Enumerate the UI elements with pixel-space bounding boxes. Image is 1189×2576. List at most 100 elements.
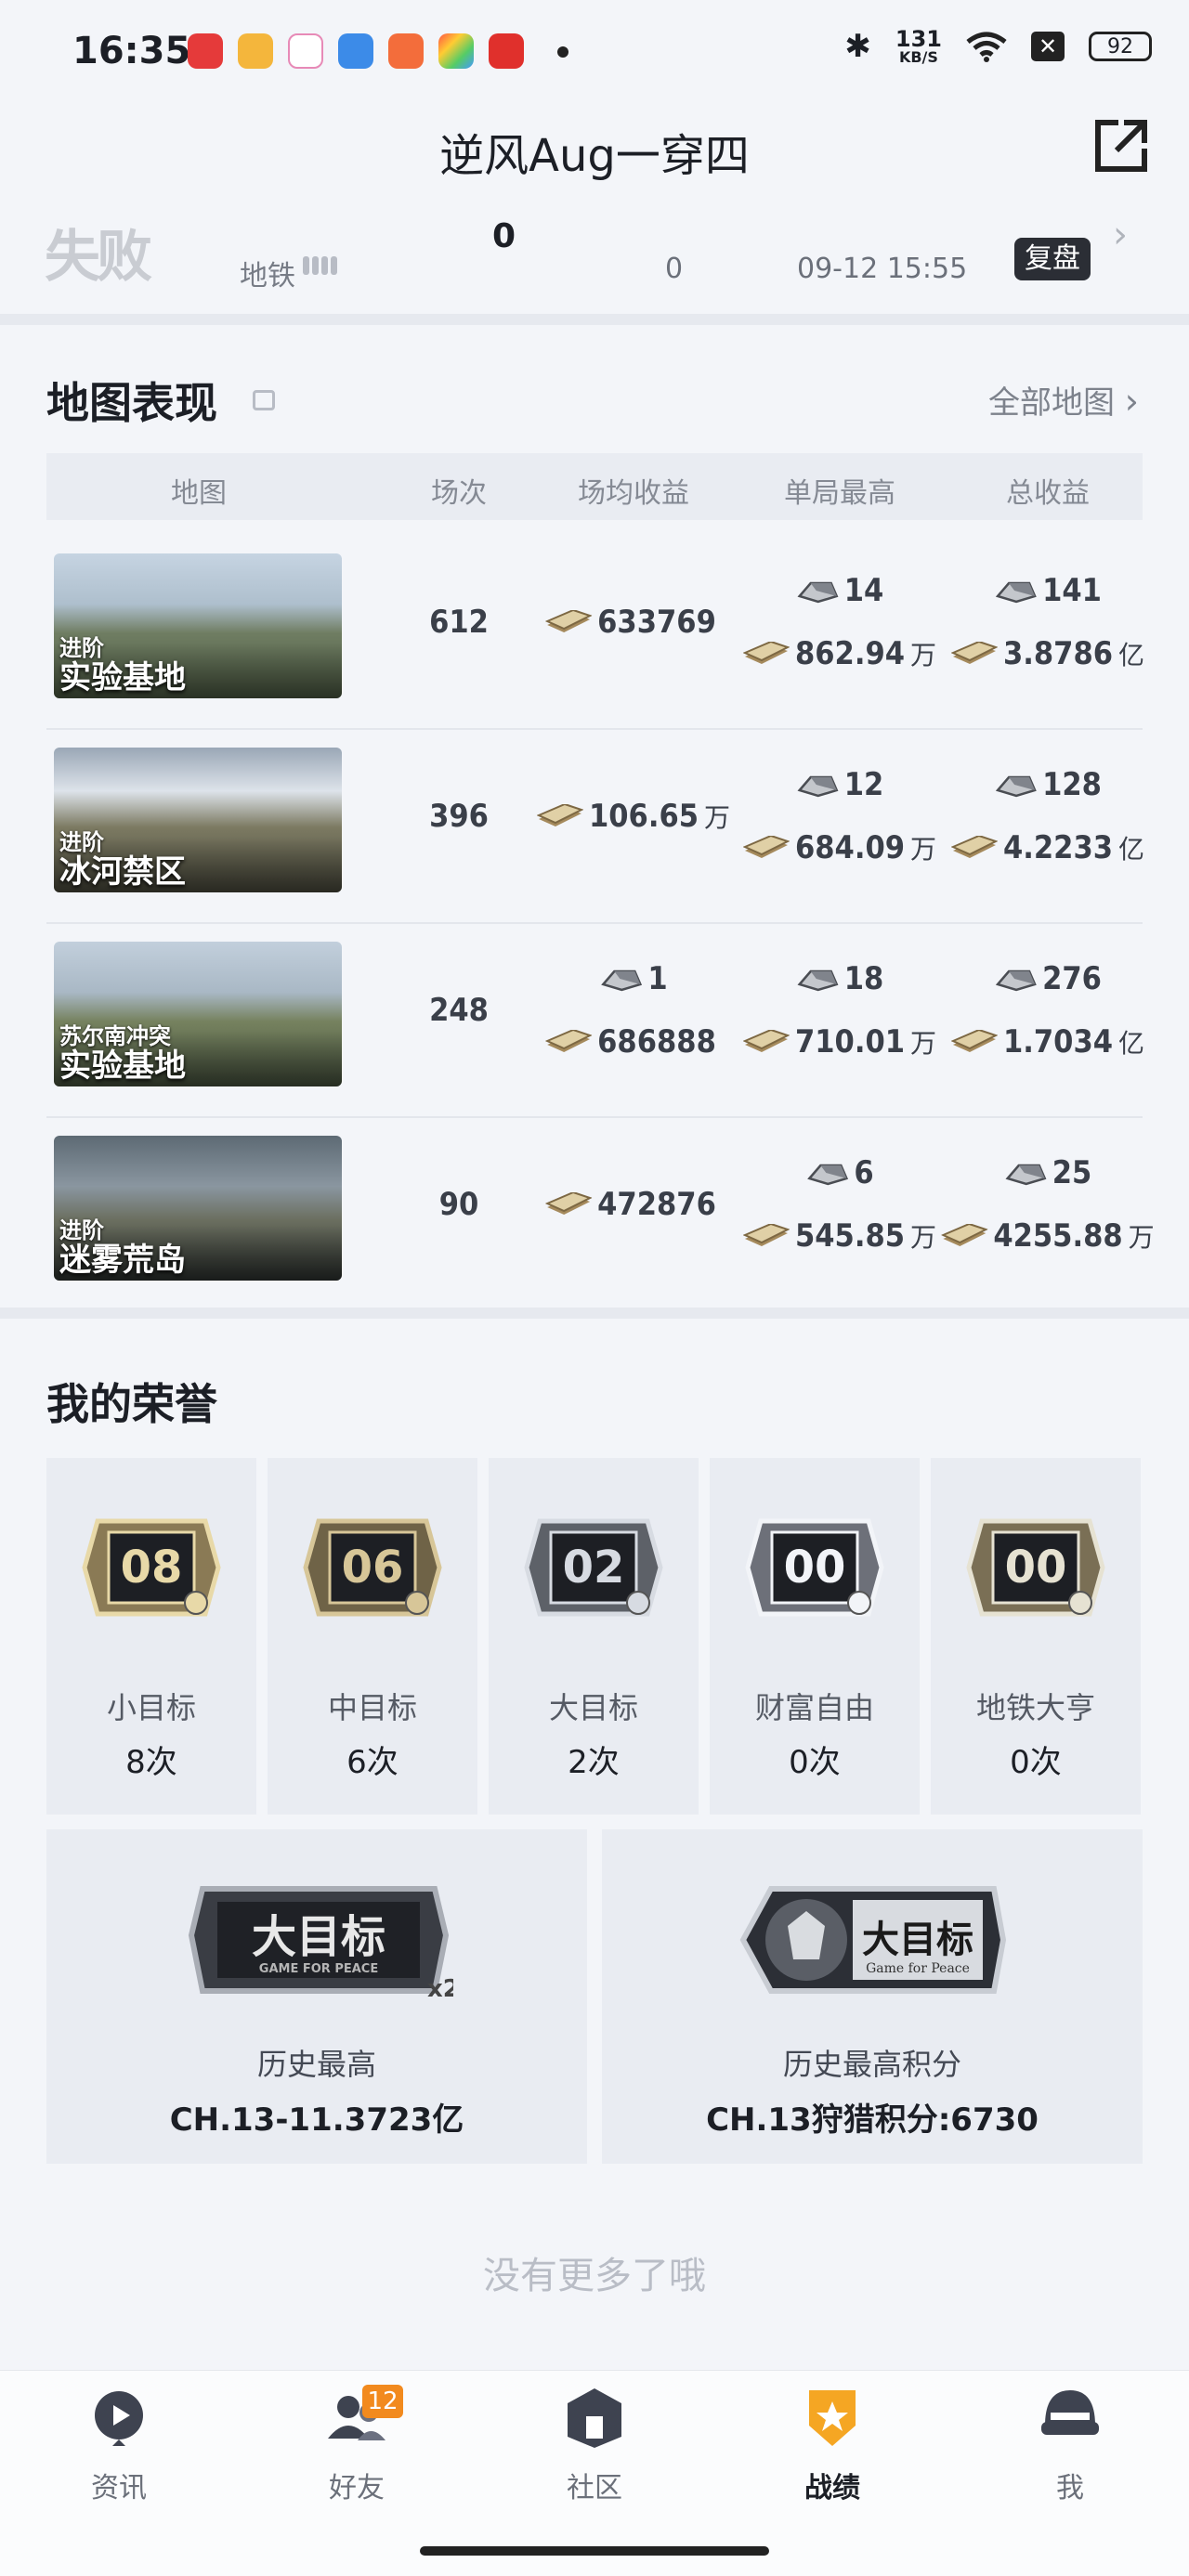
avg-cash-value: 106.65 万 [536, 798, 730, 835]
col-map: 地图 [171, 477, 227, 510]
total-gold-value: 25 [1004, 1154, 1091, 1191]
tab-community[interactable]: 社区 [520, 2385, 669, 2505]
honor-label: 中目标 [327, 1690, 417, 1725]
cash-icon [950, 1030, 998, 1052]
no-more-text: 没有更多了哦 [483, 2255, 706, 2297]
honor-label: 大目标 [548, 1690, 638, 1725]
avg-cash-value: 472876 [545, 1186, 722, 1223]
highlight-label: 历史最高积分 [782, 2047, 961, 2082]
map-thumbnail: 苏尔南冲突 实验基地 [54, 942, 342, 1086]
honor-label: 地铁大亨 [975, 1690, 1095, 1725]
app-icon-store [338, 33, 373, 69]
map-thumbnail: 进阶 迷雾荒岛 [54, 1136, 342, 1281]
total-gold-value: 276 [994, 960, 1102, 997]
honor-badge-number: 06 [342, 1542, 404, 1594]
page-title: 逆风Aug一穿四 [439, 130, 750, 182]
honor-card[interactable]: 02 大目标 2次 [489, 1458, 699, 1815]
honor-card[interactable]: 00 财富自由 0次 [710, 1458, 920, 1815]
replay-button[interactable]: 复盘 [1014, 238, 1091, 280]
gold-bar-icon [601, 969, 643, 992]
cash-icon [536, 804, 583, 826]
match-result: 失败 [45, 225, 152, 290]
honor-count: 8次 [125, 1744, 177, 1781]
honor-badge-number: 00 [1005, 1542, 1067, 1594]
home-indicator [420, 2546, 769, 2556]
map-name: 迷雾荒岛 [59, 1242, 186, 1279]
best-gold-value: 14 [796, 572, 883, 609]
col-avg: 场均收益 [578, 477, 689, 510]
tab-news[interactable]: 资讯 [45, 2385, 193, 2505]
honor-count: 2次 [568, 1744, 620, 1781]
cash-icon [545, 1192, 593, 1215]
honor-count: 0次 [1010, 1744, 1062, 1781]
map-row[interactable]: 进阶 冰河禁区 396 106.65 万 12 684.09 万 128 4.2233 亿 [46, 729, 1144, 924]
map-row[interactable]: 苏尔南冲突 实验基地 248 1 686888 18 710.01 万 276 1.7034 亿 [46, 923, 1144, 1118]
record-icon [809, 2390, 856, 2446]
total-gold-value: 128 [994, 766, 1102, 803]
honor-card[interactable]: 06 中目标 6次 [268, 1458, 477, 1815]
app-icon-notice [489, 33, 524, 69]
prev-match-row[interactable]: 失败 地铁 0 0 09-12 15:55 复盘 › [0, 204, 1189, 314]
games-count: 612 [429, 604, 489, 641]
highlight-card-best[interactable]: 大目标 GAME FOR PEACE x2 历史最高 CH.13-11.3723… [46, 1829, 587, 2164]
cash-icon [742, 836, 790, 858]
news-icon [95, 2391, 143, 2446]
avg-cash-value: 686888 [545, 1023, 722, 1060]
status-right: ✱ 131 KB/S ✕ 92 [844, 28, 1152, 65]
honor-card[interactable]: 00 地铁大亨 0次 [931, 1458, 1141, 1815]
highlight-card-score[interactable]: 大目标 Game for Peace 历史最高积分 CH.13狩猎积分:6730 [602, 1829, 1143, 2164]
col-total: 总收益 [1006, 477, 1090, 510]
badge-text: 大目标 [252, 1911, 385, 1963]
cash-icon [950, 642, 998, 664]
app-icon-gallery [438, 33, 474, 69]
col-best: 单局最高 [784, 477, 895, 510]
wifi-icon [966, 32, 1007, 62]
cash-icon [742, 642, 790, 664]
map-name: 冰河禁区 [59, 853, 186, 891]
share-icon[interactable] [1092, 117, 1150, 175]
gold-bar-icon [797, 581, 839, 604]
honor-badge-icon: 00 [966, 1518, 1105, 1617]
badge-sub: GAME FOR PEACE [259, 1962, 378, 1976]
bluetooth-icon: ✱ [844, 28, 871, 65]
gold-bar-icon [995, 775, 1037, 798]
gold-bar-icon [995, 969, 1037, 992]
gold-bar-icon [1005, 1164, 1047, 1186]
map-row[interactable]: 进阶 实验基地 612 633769 14 862.94 万 141 3.8786 亿 [46, 535, 1144, 730]
map-row[interactable]: 进阶 迷雾荒岛 90 472876 6 545.85 万 25 4255.88 万 [46, 1117, 1155, 1312]
gold-bar-icon [995, 581, 1037, 604]
best-cash-value: 862.94 万 [742, 635, 936, 672]
map-name: 实验基地 [59, 1047, 186, 1085]
games-count: 396 [429, 798, 489, 835]
col-games: 场次 [431, 477, 487, 510]
more-notifications-dot [557, 46, 568, 58]
honor-badge-number: 00 [784, 1542, 846, 1594]
badge-text: 大目标 [862, 1919, 973, 1961]
total-cash-value: 4.2233 亿 [950, 829, 1144, 866]
tab-label: 好友 [329, 2472, 385, 2504]
app-icon-flower [288, 33, 323, 69]
games-count: 90 [438, 1186, 479, 1223]
lock-icon [253, 390, 275, 410]
tab-profile[interactable]: 我 [996, 2385, 1144, 2505]
honor-card[interactable]: 08 小目标 8次 [46, 1458, 256, 1815]
battery-indicator: 92 [1089, 32, 1152, 61]
honor-label: 财富自由 [754, 1690, 874, 1725]
best-cash-value: 710.01 万 [742, 1023, 936, 1060]
cash-icon [941, 1224, 988, 1246]
cash-icon [742, 1224, 790, 1246]
map-thumbnail: 进阶 实验基地 [54, 553, 342, 698]
best-gold-value: 18 [796, 960, 883, 997]
hunt-score-badge: 大目标 Game for Peace [739, 1886, 1007, 1994]
honor-badge-icon: 06 [303, 1518, 442, 1617]
map-name: 实验基地 [59, 659, 186, 696]
tab-record[interactable]: 战绩 [758, 2385, 907, 2505]
best-gold-value: 12 [796, 766, 883, 803]
section-divider [0, 1308, 1189, 1319]
app-icon-reader [238, 33, 273, 69]
tab-friends[interactable]: 好友 12 [282, 2385, 431, 2505]
all-maps-link[interactable]: 全部地图 › [988, 377, 1139, 423]
total-cash-value: 4255.88 万 [941, 1217, 1155, 1255]
best-gold-value: 6 [805, 1154, 874, 1191]
badge-mult: x2 [427, 1975, 453, 2000]
